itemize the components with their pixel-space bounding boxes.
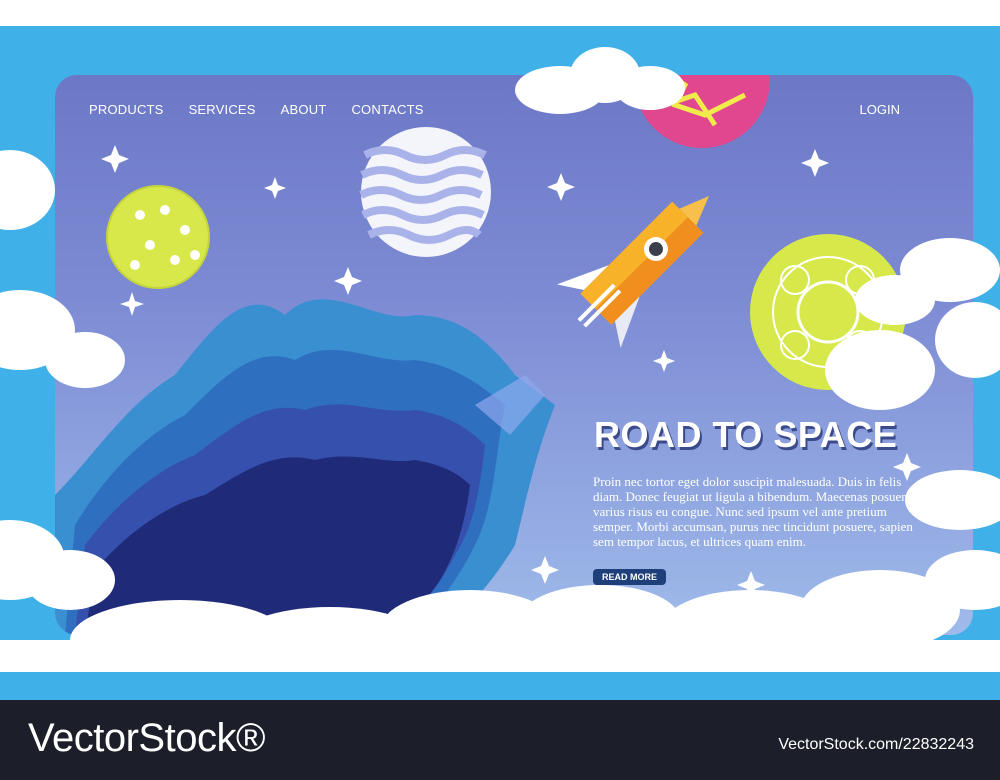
cloud-layer	[0, 47, 1000, 700]
cloud-icon-top	[515, 47, 685, 114]
hero-body-text: Proin nec tortor eget dolor suscipit mal…	[593, 474, 913, 549]
read-more-button[interactable]: READ MORE	[593, 569, 666, 585]
watermark-image-id: VectorStock.com/22832243	[778, 736, 974, 753]
sky-background: PRODUCTS SERVICES ABOUT CONTACTS LOGIN R…	[0, 0, 1000, 700]
watermark-brand: VectorStock®	[28, 716, 265, 760]
hero-title: ROAD TO SPACE	[594, 414, 898, 455]
cloud-icon-left	[0, 150, 125, 610]
